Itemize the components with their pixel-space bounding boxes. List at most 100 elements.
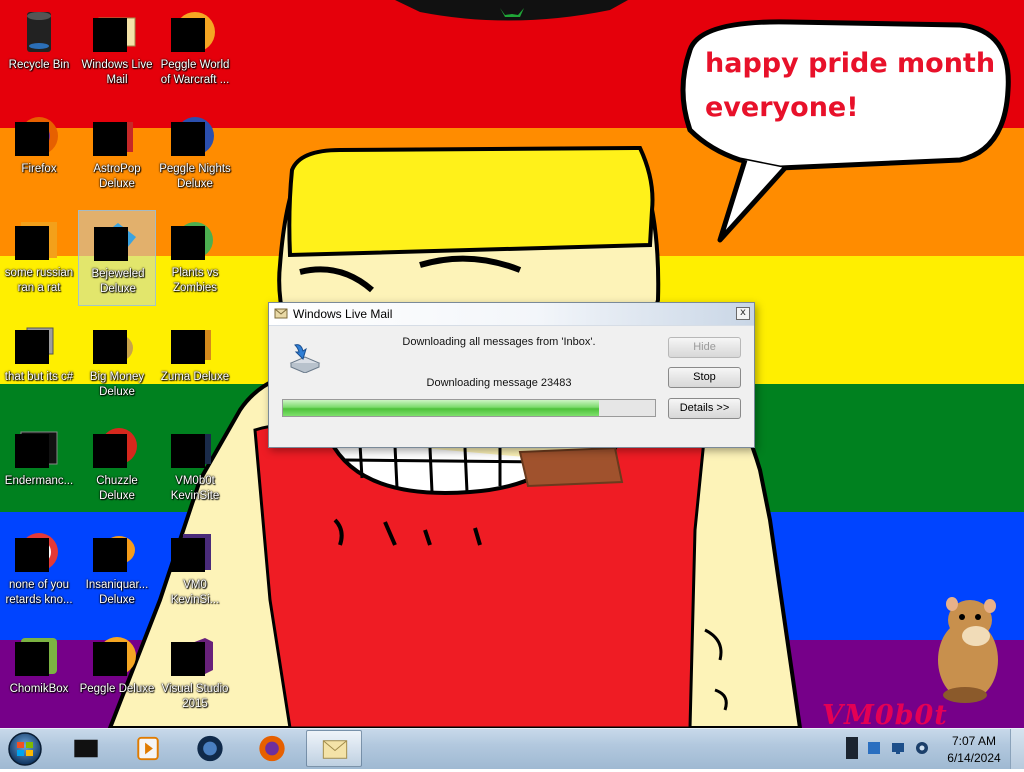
desktop-icon[interactable]: Windows Live Mail bbox=[78, 2, 156, 98]
download-progress-bar bbox=[282, 399, 656, 417]
desktop-icon-label: Recycle Bin bbox=[8, 59, 70, 71]
taskbar-button[interactable] bbox=[306, 730, 362, 767]
desktop-icon[interactable]: Recycle Bin bbox=[0, 2, 78, 98]
redaction-box bbox=[93, 122, 127, 156]
recycle-bin-icon bbox=[27, 12, 51, 52]
redaction-box bbox=[15, 226, 49, 260]
dialog-title: Windows Live Mail bbox=[293, 307, 393, 321]
desktop-icon[interactable]: Peggle Nights Deluxe bbox=[156, 106, 234, 202]
tray-overflow-icon[interactable] bbox=[846, 737, 858, 759]
redaction-box bbox=[93, 538, 127, 572]
desktop-icon[interactable]: none of you retards kno... bbox=[0, 522, 78, 618]
volume-icon[interactable] bbox=[914, 740, 930, 756]
desktop-icon[interactable]: Big Money Deluxe bbox=[78, 314, 156, 410]
desktop-icon-label: none of you retards kno... bbox=[5, 579, 73, 606]
desktop-icon[interactable]: Visual Studio 2015 bbox=[156, 626, 234, 722]
desktop-icon[interactable]: VM0 KevinSi... bbox=[156, 522, 234, 618]
redaction-box bbox=[15, 330, 49, 364]
hide-button[interactable]: Hide bbox=[668, 337, 741, 358]
desktop-icon-label: Firefox bbox=[21, 163, 57, 175]
dialog-titlebar[interactable]: Windows Live Mail x bbox=[269, 303, 754, 326]
redaction-box bbox=[15, 434, 49, 468]
redaction-box bbox=[93, 330, 127, 364]
redaction-box bbox=[93, 642, 127, 676]
redaction-box bbox=[93, 434, 127, 468]
desktop-icon[interactable]: VM0b0t KevinSite bbox=[156, 418, 234, 514]
desktop-icon[interactable]: that but its c# bbox=[0, 314, 78, 410]
desktop-icon[interactable]: AstroPop Deluxe bbox=[78, 106, 156, 202]
desktop[interactable]: happy pride month everyone! VM0b0t Recyc… bbox=[0, 0, 1024, 728]
desktop-icon-label: that but its c# bbox=[4, 371, 74, 383]
redaction-box bbox=[171, 434, 205, 468]
dialog-status-text: Downloading all messages from 'Inbox'. bbox=[402, 336, 596, 348]
desktop-icon[interactable]: Firefox bbox=[0, 106, 78, 202]
redaction-box bbox=[93, 18, 127, 52]
taskbar-button[interactable] bbox=[120, 730, 176, 767]
taskbar: 7:07 AM 6/14/2024 bbox=[0, 728, 1024, 769]
desktop-icon[interactable]: Peggle World of Warcraft ... bbox=[156, 2, 234, 98]
desktop-icon[interactable]: Endermanc... bbox=[0, 418, 78, 514]
desktop-icon-label: Windows Live Mail bbox=[81, 59, 153, 86]
redaction-box bbox=[171, 538, 205, 572]
taskbar-button[interactable] bbox=[244, 730, 300, 767]
speech-line-1: happy pride month bbox=[705, 48, 996, 79]
desktop-icon-label: VM0 KevinSi... bbox=[170, 579, 220, 606]
desktop-icon[interactable]: Plants vs Zombies bbox=[156, 210, 234, 306]
show-desktop-button[interactable] bbox=[1010, 729, 1024, 769]
desktop-icon-label: Peggle Nights Deluxe bbox=[159, 163, 231, 190]
desktop-icon[interactable]: Peggle Deluxe bbox=[78, 626, 156, 722]
desktop-icon-label: Big Money Deluxe bbox=[89, 371, 145, 398]
desktop-icon[interactable]: ChomikBox bbox=[0, 626, 78, 722]
desktop-icon[interactable]: Bejeweled Deluxe bbox=[78, 210, 156, 306]
progress-fill bbox=[283, 400, 600, 416]
desktop-icon-label: ChomikBox bbox=[9, 683, 69, 695]
watermark-text: VM0b0t bbox=[822, 700, 948, 728]
speech-bubble-text: happy pride month everyone! bbox=[705, 42, 995, 130]
desktop-icon-label: Visual Studio 2015 bbox=[161, 683, 229, 710]
desktop-icon[interactable]: Chuzzle Deluxe bbox=[78, 418, 156, 514]
windows-live-mail-icon bbox=[322, 740, 348, 759]
desktop-icon-label: Chuzzle Deluxe bbox=[96, 475, 138, 502]
desktop-icon[interactable]: Zuma Deluxe bbox=[156, 314, 234, 410]
desktop-icon-label: Zuma Deluxe bbox=[160, 371, 230, 383]
desktop-icon[interactable]: Insaniquar... Deluxe bbox=[78, 522, 156, 618]
orb-app-icon bbox=[197, 735, 223, 762]
desktop-icon-label: Bejeweled Deluxe bbox=[91, 268, 145, 295]
taskbar-button[interactable] bbox=[182, 730, 238, 767]
hamster-image bbox=[938, 597, 998, 703]
desktop-icon-label: Peggle Deluxe bbox=[79, 683, 155, 695]
download-mail-icon bbox=[289, 344, 321, 373]
redaction-box bbox=[171, 330, 205, 364]
desktop-icon-label: VM0b0t KevinSite bbox=[170, 475, 220, 502]
desktop-icon-label: Endermanc... bbox=[4, 475, 74, 487]
clock-date[interactable]: 6/14/2024 bbox=[943, 751, 1005, 765]
start-button[interactable] bbox=[4, 731, 46, 767]
desktop-icon-label: AstroPop Deluxe bbox=[93, 163, 141, 190]
redaction-box bbox=[15, 538, 49, 572]
redaction-box bbox=[94, 227, 128, 261]
desktop-icon[interactable]: some russian ran a rat bbox=[0, 210, 78, 306]
taskbar-button[interactable] bbox=[58, 730, 114, 767]
desktop-icon-label: Insaniquar... Deluxe bbox=[85, 579, 149, 606]
redaction-box bbox=[171, 642, 205, 676]
download-dialog[interactable]: Windows Live Mail x Downloading all mess… bbox=[268, 302, 755, 448]
redaction-box bbox=[171, 18, 205, 52]
windows-live-mail-icon bbox=[274, 308, 288, 319]
desktop-icon-label: Plants vs Zombies bbox=[171, 267, 219, 294]
speech-line-2: everyone! bbox=[705, 92, 859, 123]
details-button[interactable]: Details >> bbox=[668, 398, 741, 419]
desktop-icon-label: some russian ran a rat bbox=[4, 267, 74, 294]
desktop-icon-label: Peggle World of Warcraft ... bbox=[160, 59, 230, 86]
firefox-icon bbox=[259, 735, 285, 762]
black-box-app-icon bbox=[74, 739, 98, 758]
network-icon[interactable] bbox=[866, 740, 882, 756]
stop-button[interactable]: Stop bbox=[668, 367, 741, 388]
clock-time[interactable]: 7:07 AM bbox=[945, 734, 1003, 748]
close-icon[interactable]: x bbox=[736, 307, 750, 320]
media-player-icon bbox=[137, 736, 159, 761]
redaction-box bbox=[171, 226, 205, 260]
redaction-box bbox=[171, 122, 205, 156]
monitor-icon[interactable] bbox=[890, 740, 906, 756]
redaction-box bbox=[15, 642, 49, 676]
redaction-box bbox=[15, 122, 49, 156]
